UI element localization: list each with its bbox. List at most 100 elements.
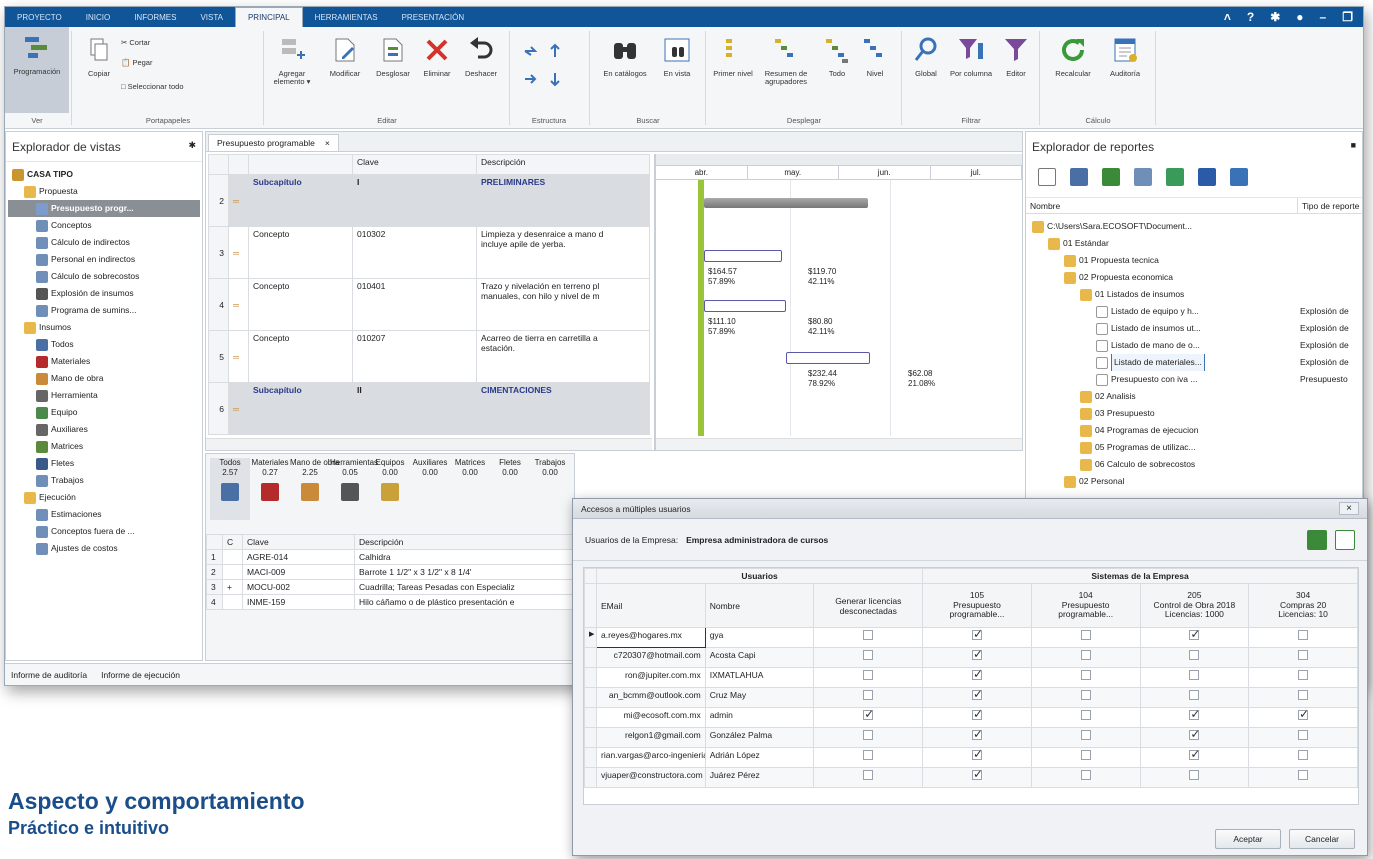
- modificar-button[interactable]: Modificar: [323, 35, 367, 78]
- report-tree-item[interactable]: 03 Presupuesto: [1028, 405, 1360, 422]
- close-tab-icon[interactable]: ×: [325, 138, 330, 148]
- report-icon[interactable]: [1134, 168, 1152, 186]
- table-row[interactable]: an_bcmm@outlook.com Cruz May: [584, 687, 1358, 708]
- sistema-checkbox[interactable]: [1080, 650, 1091, 660]
- sistema-checkbox[interactable]: [971, 709, 983, 721]
- tree-item[interactable]: Ejecución: [8, 489, 200, 506]
- estructura-buttons[interactable]: [517, 35, 577, 105]
- tree-item[interactable]: Cálculo de indirectos: [8, 234, 200, 251]
- col-descripcion[interactable]: Descripción: [476, 154, 650, 175]
- generar-licencias-checkbox[interactable]: [863, 670, 874, 680]
- insumo-tab[interactable]: Materiales 0.27: [250, 458, 290, 520]
- generar-licencias-checkbox[interactable]: [863, 650, 874, 660]
- user-icon[interactable]: ●: [1296, 10, 1303, 24]
- report-tree-item[interactable]: 02 Propuesta economica: [1028, 269, 1360, 286]
- email-cell[interactable]: rian.vargas@arco-ingenieria....: [596, 747, 706, 768]
- generar-licencias-checkbox[interactable]: [863, 730, 874, 740]
- email-cell[interactable]: a.reyes@hogares.mx: [596, 627, 706, 648]
- cancelar-button[interactable]: Cancelar: [1289, 829, 1355, 849]
- col-sistema[interactable]: 105 Presupuesto programable...: [922, 583, 1032, 628]
- email-cell[interactable]: vjuaper@constructora.com: [596, 767, 706, 788]
- restore-icon[interactable]: ❐: [1342, 10, 1353, 24]
- help-icon[interactable]: ?: [1247, 10, 1254, 24]
- col-nombre[interactable]: Nombre: [704, 583, 815, 628]
- sistema-checkbox[interactable]: [1080, 730, 1091, 740]
- sistema-checkbox[interactable]: [1298, 670, 1309, 680]
- tree-item[interactable]: Trabajos: [8, 472, 200, 489]
- agregar-elemento-button[interactable]: Agregar elemento ▾: [267, 35, 317, 87]
- tree-item[interactable]: Propuesta: [8, 183, 200, 200]
- tree-item[interactable]: Mano de obra: [8, 370, 200, 387]
- table-row[interactable]: 4 ═ Concepto 010401 Trazo y nivelación en te…: [208, 278, 650, 331]
- menu-tab-herramientas[interactable]: HERRAMIENTAS: [303, 7, 390, 27]
- resumen-agrupadores-button[interactable]: Resumen de agrupadores: [757, 35, 815, 87]
- col-generar-licencias[interactable]: Generar licencias desconectadas: [813, 583, 924, 628]
- insumo-tab[interactable]: Fletes 0.00: [490, 458, 530, 520]
- collapse-ribbon-icon[interactable]: ˄: [1224, 10, 1231, 24]
- table-row[interactable]: rian.vargas@arco-ingenieria....Adrián Ló…: [584, 747, 1358, 768]
- menu-tab-principal[interactable]: PRINCIPAL: [234, 7, 303, 27]
- report-tree-item[interactable]: Listado de mano de o... Explosión de: [1028, 337, 1360, 354]
- buscar-catalogos-button[interactable]: En catálogos: [597, 35, 653, 78]
- insumo-tab[interactable]: Herramientas 0.05: [330, 458, 378, 520]
- email-cell[interactable]: ron@jupiter.com.mx: [596, 667, 706, 688]
- report-tree-item[interactable]: 02 Analisis: [1028, 388, 1360, 405]
- menu-tab-vista[interactable]: VISTA: [188, 7, 235, 27]
- insumo-tab[interactable]: Matrices 0.00: [450, 458, 490, 520]
- sistema-checkbox[interactable]: [1080, 750, 1091, 760]
- menu-tab-inicio[interactable]: INICIO: [74, 7, 122, 27]
- col-clave[interactable]: Clave: [352, 154, 477, 175]
- tree-item[interactable]: Presupuesto progr...: [8, 200, 200, 217]
- sistema-checkbox[interactable]: [971, 749, 983, 761]
- sistema-checkbox[interactable]: [1080, 710, 1091, 720]
- design-icon[interactable]: [1198, 168, 1216, 186]
- sistema-checkbox[interactable]: [1189, 629, 1200, 641]
- report-tree-item[interactable]: Listado de materiales... Explosión de: [1028, 354, 1360, 371]
- sistema-checkbox[interactable]: [1189, 729, 1200, 741]
- programacion-button[interactable]: Programación: [5, 27, 69, 113]
- pegar-button[interactable]: 📋 Pegar: [121, 58, 152, 68]
- col-c[interactable]: C: [222, 534, 243, 550]
- menu-tab-informes[interactable]: INFORMES: [122, 7, 188, 27]
- generar-licencias-checkbox[interactable]: [863, 690, 874, 700]
- generar-licencias-checkbox[interactable]: [863, 750, 874, 760]
- col-nombre[interactable]: Nombre: [1026, 198, 1298, 213]
- table-row[interactable]: relgon1@gmail.com González Palma: [584, 727, 1358, 748]
- table-row[interactable]: ron@jupiter.com.mx IXMATLAHUA: [584, 667, 1358, 688]
- tree-item[interactable]: Insumos: [8, 319, 200, 336]
- grid-hscrollbar[interactable]: [206, 438, 652, 450]
- tree-item[interactable]: Cálculo de sobrecostos: [8, 268, 200, 285]
- sistema-checkbox[interactable]: [1189, 650, 1200, 660]
- table-row[interactable]: mi@ecosoft.com.mx admin: [584, 707, 1358, 728]
- tree-item[interactable]: Fletes: [8, 455, 200, 472]
- report-tree-item[interactable]: 01 Estándar: [1028, 235, 1360, 252]
- col-sistema[interactable]: 304 Compras 20 Licencias: 10: [1248, 583, 1358, 628]
- table-row[interactable]: 4 INME-159 Hilo cáñamo o de plástico prese…: [206, 594, 574, 610]
- tree-item[interactable]: Auxiliares: [8, 421, 200, 438]
- col-sistema[interactable]: 205 Control de Obra 2018 Licencias: 1000: [1139, 583, 1250, 628]
- primer-nivel-button[interactable]: Primer nivel: [713, 35, 753, 78]
- insumo-tab[interactable]: Equipos 0.00: [370, 458, 410, 520]
- cortar-button[interactable]: ✂ Cortar: [121, 38, 150, 48]
- tree-item[interactable]: Ajustes de costos: [8, 540, 200, 557]
- settings-icon[interactable]: ✱: [1270, 10, 1280, 24]
- folder-icon[interactable]: [1230, 168, 1248, 186]
- table-row[interactable]: 3 + MOCU-002 Cuadrilla; Tareas Pesadas con …: [206, 579, 574, 595]
- tree-item[interactable]: Matrices: [8, 438, 200, 455]
- informe-auditoria-link[interactable]: Informe de auditoría: [11, 670, 87, 680]
- sistema-checkbox[interactable]: [1298, 650, 1309, 660]
- col-tipo-reporte[interactable]: Tipo de reporte: [1298, 198, 1359, 213]
- tree-item[interactable]: Herramienta: [8, 387, 200, 404]
- sistema-checkbox[interactable]: [971, 629, 983, 641]
- print-icon[interactable]: [1070, 168, 1088, 186]
- col-clave[interactable]: Clave: [242, 534, 355, 550]
- tree-item[interactable]: Materiales: [8, 353, 200, 370]
- tree-item[interactable]: Explosión de insumos: [8, 285, 200, 302]
- generar-licencias-checkbox[interactable]: [863, 709, 874, 721]
- report-tree-item[interactable]: Presupuesto con iva ... Presupuesto: [1028, 371, 1360, 388]
- report-tree-item[interactable]: 01 Propuesta tecnica: [1028, 252, 1360, 269]
- report-tree-item[interactable]: 02 Personal: [1028, 473, 1360, 490]
- report-tree-item[interactable]: Listado de insumos ut... Explosión de: [1028, 320, 1360, 337]
- sistema-checkbox[interactable]: [1298, 630, 1309, 640]
- todo-button[interactable]: Todo: [819, 35, 855, 78]
